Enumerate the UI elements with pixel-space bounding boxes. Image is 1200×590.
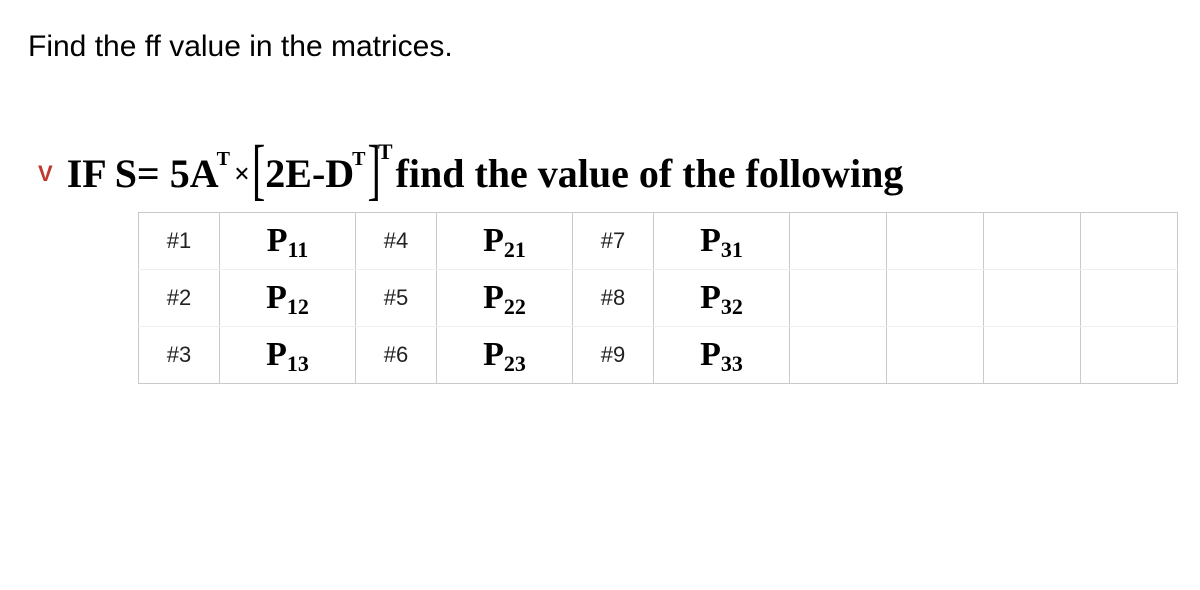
cell-number: #8 xyxy=(601,285,625,310)
empty-cell xyxy=(887,213,984,270)
transpose-a: T xyxy=(217,149,230,169)
empty-cell xyxy=(790,327,887,384)
answer-table: #1 P11 #4 P21 #7 P31 #2 P12 #5 P22 #8 xyxy=(138,212,1178,384)
matrix-entry: P33 xyxy=(654,327,790,384)
multiply-sign: × xyxy=(232,161,252,189)
matrix-entry: P23 xyxy=(437,327,573,384)
table-row: #1 P11 #4 P21 #7 P31 xyxy=(139,213,1178,270)
inner-expression: 2E-D xyxy=(265,154,354,194)
trailing-text: find the value of the following xyxy=(396,154,904,194)
empty-cell xyxy=(984,270,1081,327)
section-letter: V xyxy=(38,163,53,185)
question-header: V IF S= 5A T × [ 2E-D T ] T find the val… xyxy=(28,154,1172,194)
outer-transpose: T xyxy=(378,141,393,163)
instruction-text: Find the ff value in the matrices. xyxy=(28,30,1172,64)
matrix-entry: P21 xyxy=(437,213,573,270)
matrix-entry: P12 xyxy=(220,270,356,327)
cell-number: #3 xyxy=(167,342,191,367)
matrix-entry: P13 xyxy=(220,327,356,384)
empty-cell xyxy=(984,213,1081,270)
equation: S= 5A T × [ 2E-D T ] T xyxy=(115,154,396,194)
empty-cell xyxy=(1081,270,1178,327)
cell-number: #2 xyxy=(167,285,191,310)
empty-cell xyxy=(1081,327,1178,384)
empty-cell xyxy=(887,270,984,327)
left-bracket: [ xyxy=(252,136,265,204)
empty-cell xyxy=(1081,213,1178,270)
table-row: #3 P13 #6 P23 #9 P33 xyxy=(139,327,1178,384)
empty-cell xyxy=(887,327,984,384)
matrix-entry: P11 xyxy=(220,213,356,270)
table-row: #2 P12 #5 P22 #8 P32 xyxy=(139,270,1178,327)
if-word: IF xyxy=(67,154,107,194)
cell-number: #4 xyxy=(384,228,408,253)
cell-number: #6 xyxy=(384,342,408,367)
matrix-entry: P22 xyxy=(437,270,573,327)
transpose-d: T xyxy=(352,149,365,169)
matrix-entry: P32 xyxy=(654,270,790,327)
cell-number: #9 xyxy=(601,342,625,367)
cell-number: #5 xyxy=(384,285,408,310)
lhs: S= 5A xyxy=(115,154,219,194)
empty-cell xyxy=(790,213,887,270)
cell-number: #7 xyxy=(601,228,625,253)
matrix-entry: P31 xyxy=(654,213,790,270)
empty-cell xyxy=(790,270,887,327)
empty-cell xyxy=(984,327,1081,384)
equation-prompt: IF S= 5A T × [ 2E-D T ] T find the value… xyxy=(67,154,904,194)
cell-number: #1 xyxy=(167,228,191,253)
